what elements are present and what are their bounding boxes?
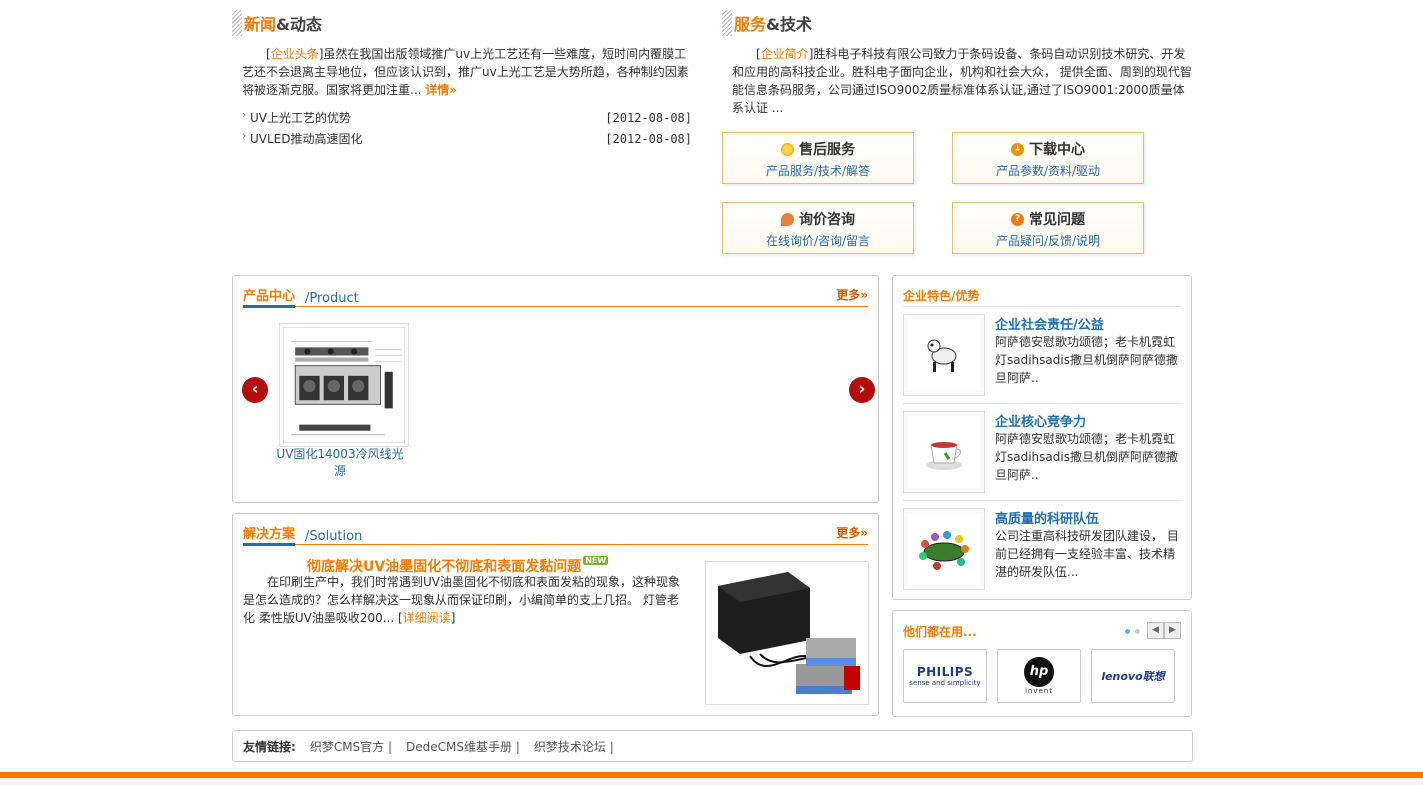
svc-sub: 产品疑问/反馈/说明 (995, 234, 1101, 248)
chat-icon (781, 212, 794, 226)
friend-links-bar: 友情链接: 织梦CMS官方 | DedeCMS维基手册 | 织梦技术论坛 | (232, 730, 1193, 762)
product-center-title: 产品中心 (243, 285, 296, 308)
service-heading: 服务 &技术 (722, 9, 812, 37)
new-badge: NEW (583, 556, 609, 565)
feature-desc: 阿萨德安慰歌功颂德；老卡机霓虹灯sadihsadis撒旦机倒萨阿萨德撒旦阿萨.. (995, 335, 1178, 385)
philips-tagline: sense and simplicity (909, 679, 981, 687)
clients-next-button[interactable]: ▶ (1164, 622, 1181, 639)
product-more-link[interactable]: 更多» (836, 286, 868, 303)
question-icon: ? (1011, 212, 1024, 226)
next-arrow-button[interactable]: › (849, 377, 875, 403)
hp-tagline: invent (1024, 687, 1053, 695)
friend-links-label: 友情链接: (243, 739, 296, 754)
footer-bottom (0, 778, 1423, 785)
uv-machine-icon (710, 566, 864, 700)
solution-image[interactable] (705, 561, 869, 705)
news-tag-link[interactable]: 企业头条 (271, 47, 319, 61)
philips-logo: PHILIPS (916, 665, 974, 679)
svc-title: 常见问题 (1029, 212, 1085, 228)
features-panel: 企业特色/优势 企业社会责任/公益 阿萨德安慰歌功颂德；老卡机霓虹灯sadihs… (892, 275, 1192, 600)
feature-thumb[interactable] (903, 314, 985, 396)
company-intro: [企业简介]胜科电子科技有限公司致力于条码设备、条码自动识别技术研究、开发和应用… (732, 47, 1192, 115)
news-heading-highlight: 新闻 (244, 15, 277, 34)
hatch-marker (722, 10, 732, 36)
hp-logo: hp (1024, 657, 1054, 687)
divider (903, 500, 1181, 501)
team-table-icon (919, 531, 969, 570)
read-more-link[interactable]: 详细阅读 (403, 611, 451, 625)
news-heading: 新闻 &动态 (232, 9, 322, 37)
list-item[interactable]: UVLED推动高速固化 [2012-08-08] (242, 128, 692, 149)
news-summary: [企业头条]虽然在我国出版领域推广uv上光工艺还有一些难度，短时间内覆膜工艺还不… (242, 47, 689, 97)
solution-summary: 在印刷生产中，我们时常遇到UV油墨固化不彻底和表面发粘的现象，这种现象是怎么造成… (243, 573, 683, 627)
product-caption[interactable]: UV固化14003冷风线光源 (275, 446, 405, 480)
feature-title[interactable]: 企业核心竞争力 (995, 411, 1086, 430)
svc-sub: 产品服务/技术/解答 (765, 164, 871, 178)
prev-arrow-button[interactable]: ‹ (242, 377, 268, 403)
service-heading-highlight: 服务 (734, 15, 767, 34)
svc-sub: 产品参数/资料/驱动 (995, 164, 1101, 178)
clients-panel: 他们都在用... ◀ ▶ PHILIPS sense and simplicit… (892, 610, 1192, 717)
feature-thumb[interactable] (903, 508, 985, 590)
faq-button[interactable]: ? 常见问题 产品疑问/反馈/说明 (952, 202, 1144, 254)
svc-title: 售后服务 (799, 142, 855, 158)
feature-item[interactable]: 高质量的科研队伍 公司注重高科技研发团队建设， 目前已经拥有一支经验丰富、技术精… (903, 508, 1181, 594)
solution-summary-text: 在印刷生产中，我们时常遇到UV油墨固化不彻底和表面发粘的现象，这种现象是怎么造成… (243, 575, 680, 625)
clients-prev-button[interactable]: ◀ (1147, 622, 1164, 639)
service-heading-rest: &技术 (766, 15, 812, 34)
carousel-dot[interactable] (1135, 629, 1140, 634)
solutions-subtitle: /Solution (305, 529, 363, 544)
news-list: UV上光工艺的优势 [2012-08-08] UVLED推动高速固化 [2012-0… (242, 107, 692, 149)
feature-item[interactable]: 企业核心竞争力 阿萨德安慰歌功颂德；老卡机霓虹灯sadihsadis撒旦机倒萨阿… (903, 411, 1181, 497)
after-sales-button[interactable]: 售后服务 产品服务/技术/解答 (722, 132, 914, 184)
lenovo-logo: lenovo联想 (1101, 670, 1165, 683)
product-center-panel: 产品中心 /Product 更多» ‹ › UV固化14003冷风线光源 (232, 275, 879, 503)
lamp-drawing-icon (282, 326, 406, 444)
news-item-date: [2012-08-08] (605, 110, 692, 125)
product-image[interactable] (279, 323, 409, 447)
svc-title: 询价咨询 (799, 212, 855, 228)
solutions-panel: 解决方案 /Solution 更多» 彻底解决UV油墨固化不彻底和表面发黏问题 N… (232, 513, 879, 716)
feature-desc: 阿萨德安慰歌功颂德；老卡机霓虹灯sadihsadis撒旦机倒萨阿萨德撒旦阿萨.. (995, 432, 1178, 482)
features-header: 企业特色/优势 (903, 287, 1181, 307)
robot-dog-icon (927, 339, 957, 372)
friend-link[interactable]: 织梦技术论坛 | (534, 738, 614, 755)
hatch-marker (232, 10, 242, 36)
download-icon: ↓ (1011, 142, 1024, 156)
brand-lenovo[interactable]: lenovo联想 (1091, 649, 1175, 703)
news-item-date: [2012-08-08] (605, 131, 692, 146)
feature-title[interactable]: 高质量的科研队伍 (995, 508, 1099, 527)
friend-link[interactable]: DedeCMS维基手册 | (406, 738, 520, 755)
bracket-close: ] (450, 611, 456, 625)
feature-item[interactable]: 企业社会责任/公益 阿萨德安慰歌功颂德；老卡机霓虹灯sadihsadis撒旦机倒… (903, 314, 1181, 400)
solutions-title: 解决方案 (243, 523, 296, 546)
news-item-title[interactable]: UVLED推动高速固化 (242, 129, 363, 147)
sun-icon (781, 142, 794, 156)
news-more-link[interactable]: 详情» (425, 83, 457, 97)
friend-link[interactable]: 织梦CMS官方 | (310, 738, 392, 755)
clients-title: 他们都在用... (903, 625, 977, 639)
company-intro-tag-link[interactable]: 企业简介 (761, 47, 809, 61)
product-center-subtitle: /Product (305, 291, 359, 306)
carousel-dot-active[interactable] (1125, 629, 1130, 634)
svc-sub: 在线询价/咨询/留言 (765, 234, 871, 248)
divider (903, 403, 1181, 404)
feature-desc: 公司注重高科技研发团队建设， 目前已经拥有一支经验丰富、技术精湛的研发队伍... (995, 529, 1179, 579)
download-center-button[interactable]: ↓ 下载中心 产品参数/资料/驱动 (952, 132, 1144, 184)
product-center-header: 产品中心 /Product 更多» (243, 285, 868, 308)
solutions-more-link[interactable]: 更多» (836, 524, 868, 541)
features-title: 企业特色/优势 (903, 289, 980, 303)
feature-title[interactable]: 企业社会责任/公益 (995, 314, 1104, 333)
solutions-header: 解决方案 /Solution 更多» (243, 523, 868, 546)
inquiry-button[interactable]: 询价咨询 在线询价/咨询/留言 (722, 202, 914, 254)
feature-thumb[interactable] (903, 411, 985, 493)
teacup-icon (926, 442, 962, 470)
news-item-title[interactable]: UV上光工艺的优势 (242, 108, 351, 126)
news-heading-rest: &动态 (276, 15, 322, 34)
brand-hp[interactable]: hp invent (997, 649, 1081, 703)
brand-philips[interactable]: PHILIPS sense and simplicity (903, 649, 987, 703)
svc-title: 下载中心 (1029, 142, 1085, 158)
list-item[interactable]: UV上光工艺的优势 [2012-08-08] (242, 107, 692, 128)
